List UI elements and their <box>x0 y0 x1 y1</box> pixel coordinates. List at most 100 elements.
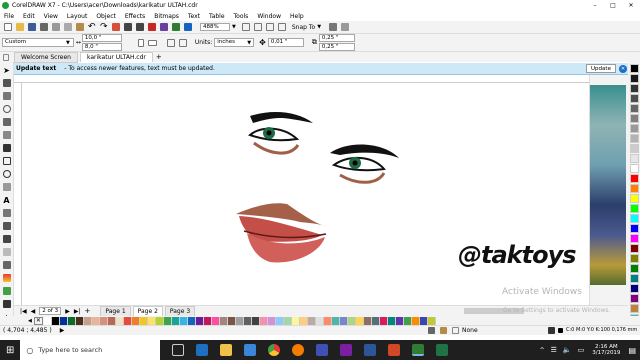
text-tool-icon[interactable]: A <box>3 196 9 205</box>
show-guidelines-icon[interactable] <box>277 23 286 31</box>
palette-swatch[interactable] <box>91 316 100 325</box>
powerpoint-icon[interactable] <box>388 344 401 356</box>
palette-swatch[interactable] <box>307 316 316 325</box>
outline-pen-icon[interactable] <box>2 300 11 308</box>
palette-swatch[interactable] <box>131 316 140 325</box>
network-icon[interactable]: ☰ <box>551 346 557 354</box>
store-icon[interactable] <box>244 344 257 356</box>
taskbar-clock-date[interactable]: 3/17/2019 <box>592 350 620 356</box>
palette-swatch[interactable] <box>371 316 380 325</box>
side-palette-swatch[interactable] <box>629 144 639 153</box>
page-tab-1[interactable]: Page 1 <box>100 305 131 317</box>
palette-swatch[interactable] <box>219 316 228 325</box>
close-button[interactable]: ✕ <box>622 0 640 11</box>
palette-swatch[interactable] <box>323 316 332 325</box>
launch-icon[interactable] <box>341 23 350 31</box>
menu-file[interactable]: File <box>4 13 14 20</box>
palette-swatch[interactable] <box>419 316 428 325</box>
print-icon[interactable] <box>40 23 48 31</box>
edge-browser-icon[interactable] <box>196 344 209 356</box>
add-page-icon[interactable]: + <box>85 307 91 315</box>
prev-page-icon[interactable]: ◀ <box>31 308 36 315</box>
side-palette-swatch[interactable] <box>629 264 639 273</box>
units-dropdown-icon[interactable]: ▼ <box>247 40 251 46</box>
notifications-icon[interactable]: ▤ <box>628 346 636 355</box>
palette-swatch[interactable] <box>99 316 108 325</box>
photos-icon[interactable] <box>316 344 329 356</box>
side-palette-swatch[interactable] <box>629 194 639 203</box>
palette-swatch[interactable] <box>363 316 372 325</box>
snap-dropdown-icon[interactable]: ▼ <box>317 24 321 30</box>
page-count-field[interactable]: 2 of 3 <box>39 307 62 315</box>
polygon-tool-icon[interactable] <box>2 183 11 191</box>
menu-view[interactable]: View <box>44 13 58 20</box>
side-palette-swatch[interactable] <box>629 204 639 213</box>
palette-swatch[interactable] <box>59 316 68 325</box>
palette-swatch[interactable] <box>227 316 236 325</box>
palette-swatch[interactable] <box>347 316 356 325</box>
no-color-swatch[interactable]: ✕ <box>33 316 43 325</box>
excel-icon[interactable] <box>436 344 449 356</box>
ellipse-tool-icon[interactable] <box>2 170 11 178</box>
maximize-button[interactable]: □ <box>604 0 622 11</box>
next-page-icon[interactable]: ▶ <box>65 308 70 315</box>
palette-swatch[interactable] <box>235 316 244 325</box>
palette-swatch[interactable] <box>123 316 132 325</box>
side-palette-swatch[interactable] <box>629 304 639 313</box>
side-palette-swatch[interactable] <box>629 94 639 103</box>
tray-up-arrow-icon[interactable]: ^ <box>540 347 545 354</box>
duplicate-y-field[interactable]: 0,25 " <box>318 43 355 51</box>
smart-fill-tool-icon[interactable] <box>2 287 11 295</box>
notification-close-icon[interactable]: ✕ <box>619 65 627 73</box>
page-tab-2[interactable]: Page 2 <box>132 305 163 317</box>
zoom-tool-icon[interactable] <box>2 105 11 113</box>
side-palette-swatch[interactable] <box>629 114 639 123</box>
full-screen-icon[interactable] <box>241 23 250 31</box>
zoom-level-field[interactable]: 488% <box>200 23 230 31</box>
palette-swatch[interactable] <box>155 316 164 325</box>
menu-effects[interactable]: Effects <box>125 13 145 20</box>
palette-swatch[interactable] <box>291 316 300 325</box>
side-palette-swatch[interactable] <box>629 124 639 133</box>
palette-swatch[interactable] <box>331 316 340 325</box>
menu-edit[interactable]: Edit <box>23 13 35 20</box>
palette-swatch[interactable] <box>211 316 220 325</box>
tab-welcome-screen[interactable]: Welcome Screen <box>14 51 78 63</box>
firefox-icon[interactable] <box>292 344 305 356</box>
transparency-tool-icon[interactable] <box>2 248 11 256</box>
zoom-dropdown-icon[interactable]: ▼ <box>232 24 236 30</box>
tab-karikatur-ultah[interactable]: karikatur ULTAH.cdr <box>79 52 153 62</box>
options-icon[interactable] <box>329 23 338 31</box>
portrait-icon[interactable] <box>137 38 144 47</box>
tab-add-icon[interactable]: + <box>156 53 162 61</box>
menu-object[interactable]: Object <box>96 13 116 20</box>
welcome-screen-icon[interactable] <box>172 23 180 31</box>
menu-table[interactable]: Table <box>209 13 225 20</box>
drawing-canvas[interactable]: @taktoys Activate Windows <box>22 83 589 305</box>
side-palette-swatch[interactable] <box>629 134 639 143</box>
tab-menu-icon[interactable] <box>3 53 9 61</box>
connector-tool-icon[interactable] <box>2 222 11 230</box>
new-document-icon[interactable] <box>4 23 12 31</box>
page-tab-3[interactable]: Page 3 <box>164 305 196 317</box>
palette-swatch[interactable] <box>379 316 388 325</box>
copy-icon[interactable] <box>64 23 72 31</box>
palette-swatch[interactable] <box>163 316 172 325</box>
side-palette-swatch[interactable] <box>629 224 639 233</box>
show-rulers-icon[interactable] <box>253 23 262 31</box>
duplicate-x-field[interactable]: 0,25 " <box>318 34 355 42</box>
windows-start-icon[interactable]: ⊞ <box>6 345 14 356</box>
palette-swatch[interactable] <box>251 316 260 325</box>
drop-shadow-icon[interactable] <box>2 235 11 243</box>
menu-tools[interactable]: Tools <box>234 13 249 20</box>
palette-swatch[interactable] <box>187 316 196 325</box>
chrome-icon[interactable] <box>268 344 281 356</box>
media-player-icon[interactable] <box>340 344 353 356</box>
first-page-icon[interactable]: |◀ <box>20 308 27 315</box>
palette-swatch[interactable] <box>51 316 60 325</box>
side-palette-swatch[interactable] <box>629 254 639 263</box>
palette-swatch[interactable] <box>139 316 148 325</box>
preset-dropdown-icon[interactable]: ▼ <box>66 40 70 46</box>
palette-swatch[interactable] <box>147 316 156 325</box>
artistic-media-icon[interactable] <box>2 144 11 152</box>
